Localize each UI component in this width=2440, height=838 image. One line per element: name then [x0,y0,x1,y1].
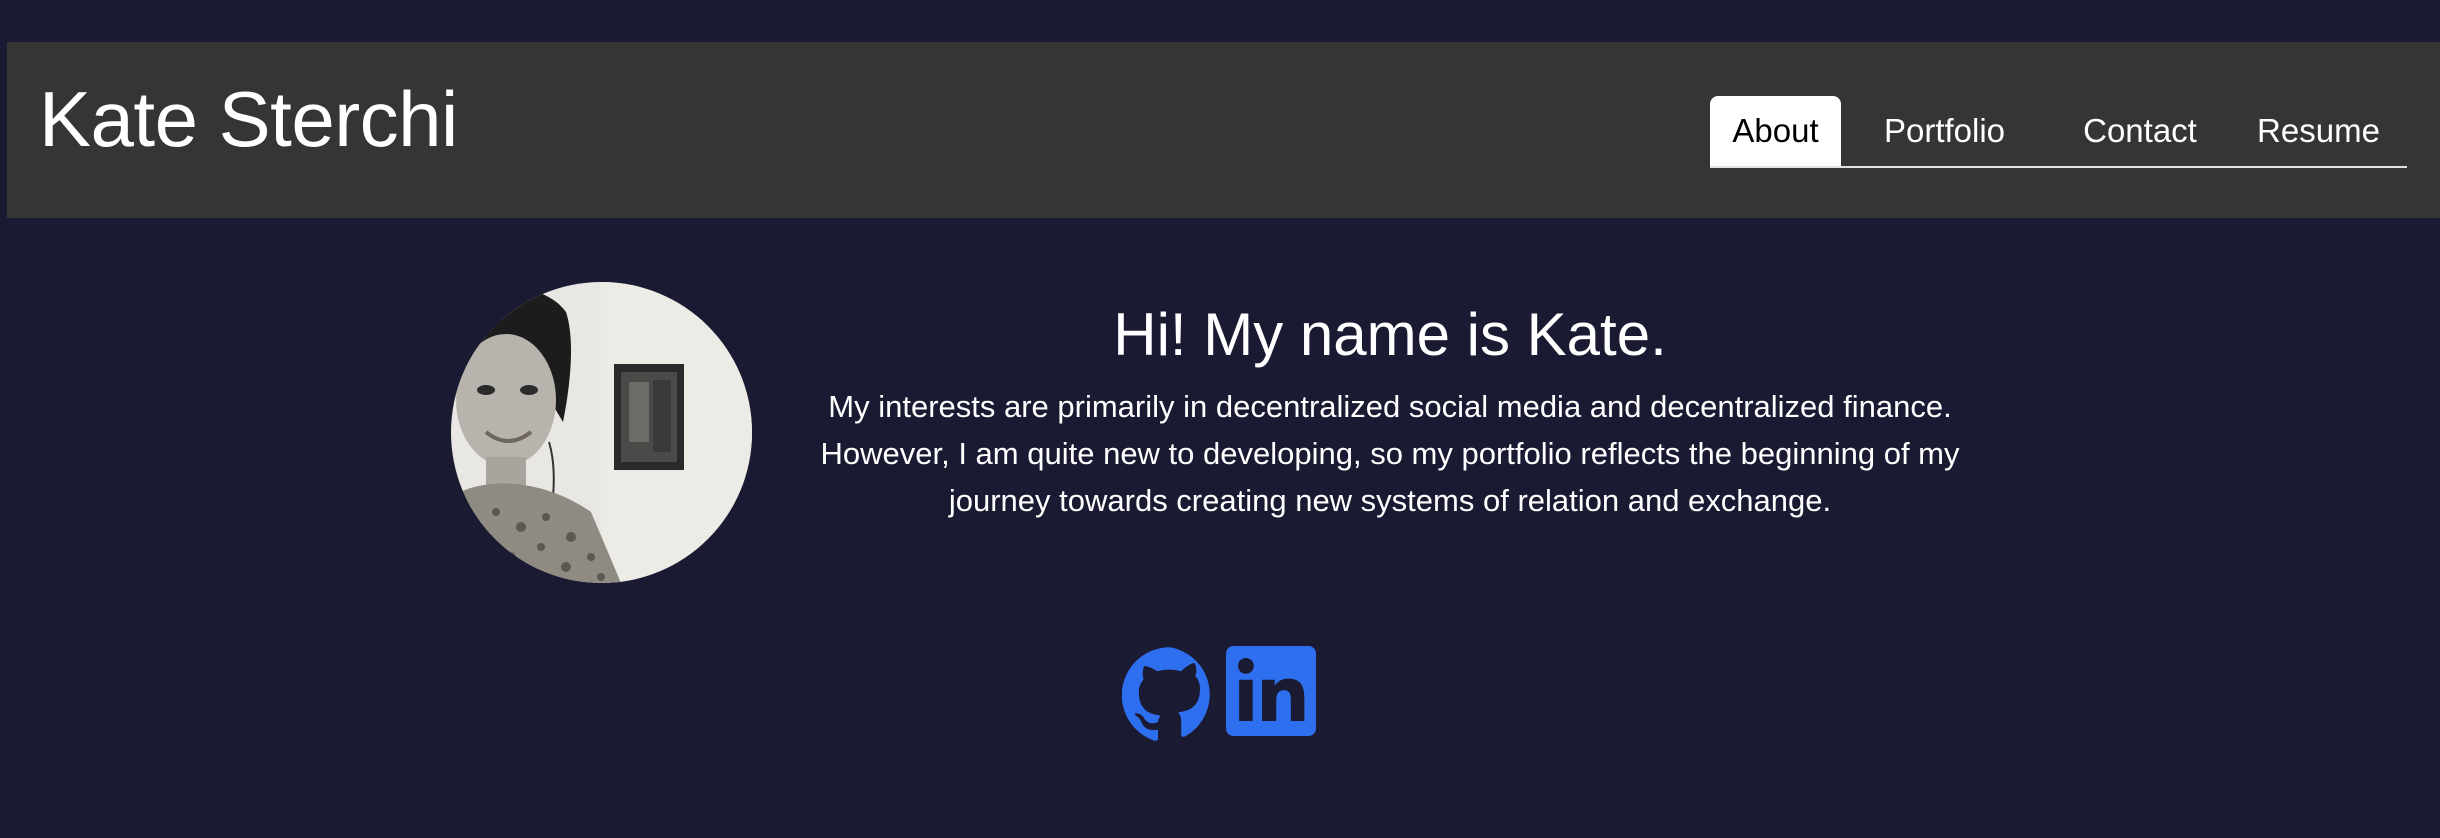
tab-resume[interactable]: Resume [2232,96,2405,166]
tab-contact[interactable]: Contact [2048,96,2232,166]
about-text: My interests are primarily in decentrali… [820,389,1960,518]
about-heading: Hi! My name is Kate. [1113,301,1667,368]
github-link[interactable] [1122,646,1218,742]
github-icon [1122,647,1210,741]
profile-photo-image [451,282,752,583]
about-section: Hi! My name is Kate. My interests are pr… [790,300,1990,524]
site-header: Kate Sterchi About Portfolio Contact Res… [7,42,2440,218]
social-links [1122,646,1322,742]
site-title: Kate Sterchi [39,75,458,163]
linkedin-icon [1226,646,1316,736]
linkedin-link[interactable] [1226,646,1322,742]
nav-tabs: About Portfolio Contact Resume [1710,94,2407,168]
profile-photo [451,282,752,583]
tab-portfolio[interactable]: Portfolio [1841,96,2048,166]
tab-about[interactable]: About [1710,96,1841,166]
